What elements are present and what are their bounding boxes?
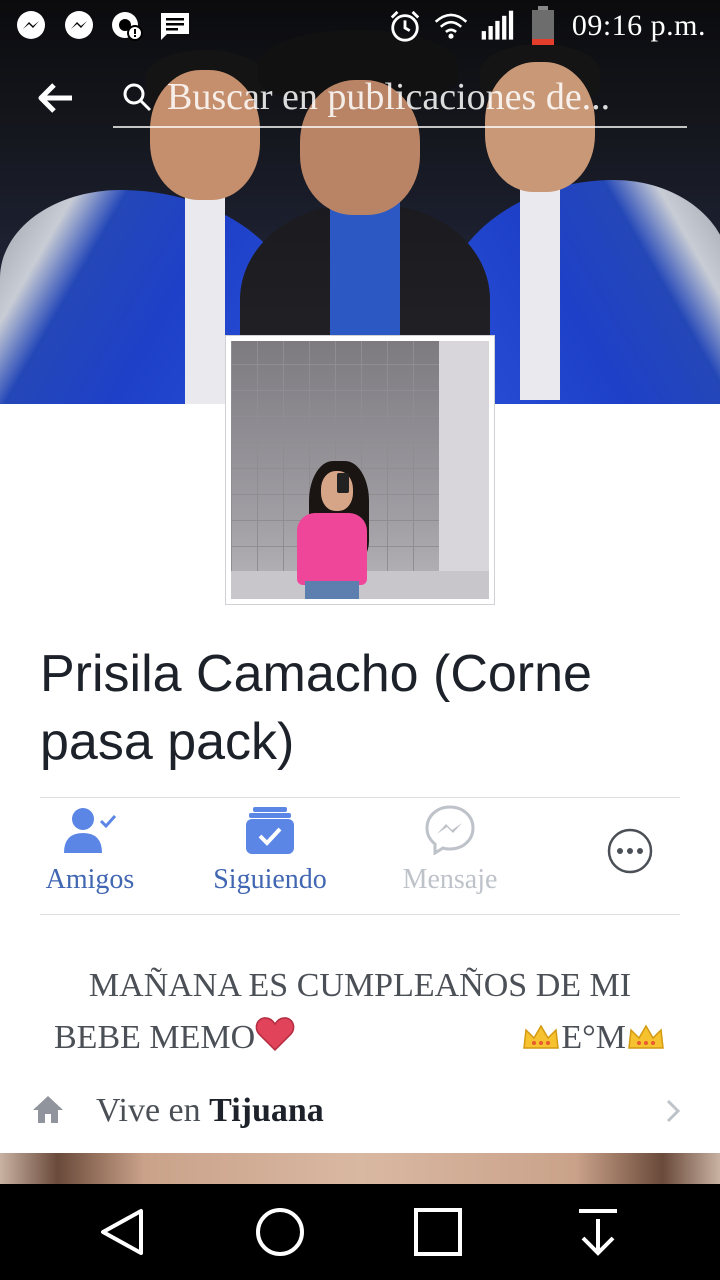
bio-signature-text: E°M <box>561 1019 626 1056</box>
following-check-icon <box>245 800 295 860</box>
nav-home-icon[interactable] <box>252 1204 308 1260</box>
bio-line: BEBE MEMO <box>54 1012 295 1068</box>
bio-line: MAÑANA ES CUMPLEAÑOS DE MI <box>88 967 632 1004</box>
crown-icon <box>626 1016 666 1068</box>
divider <box>40 914 680 915</box>
more-options-button[interactable] <box>600 828 660 879</box>
bio-signature: E°M <box>521 1012 666 1068</box>
search-icon <box>117 77 157 117</box>
alarm-icon <box>388 9 422 43</box>
messenger-icon <box>425 800 475 860</box>
lives-in-row[interactable]: Vive en Tijuana <box>0 1082 720 1148</box>
battery-icon <box>526 6 560 45</box>
navigation-bar <box>0 1184 720 1280</box>
nav-recents-icon[interactable] <box>410 1204 466 1260</box>
photo-person-legs <box>305 581 359 599</box>
divider <box>40 797 680 798</box>
profile-bio: MAÑANA ES CUMPLEAÑOS DE MI BEBE MEMO E°M <box>40 960 680 1068</box>
following-label: Siguiendo <box>213 864 327 895</box>
crown-icon <box>521 1016 561 1068</box>
friends-label: Amigos <box>45 864 135 895</box>
chevron-right-icon <box>666 1098 681 1129</box>
profile-picture[interactable] <box>225 335 495 605</box>
home-icon <box>32 1094 64 1129</box>
status-bar: 09:16 p.m. <box>0 0 720 52</box>
message-icon <box>158 9 192 43</box>
photo-person-top <box>297 513 367 585</box>
friends-button[interactable]: Amigos <box>40 800 140 896</box>
chat-heads-icon <box>110 9 144 43</box>
message-button[interactable]: Mensaje <box>395 800 505 896</box>
cover-figure-left-shirt <box>185 195 225 404</box>
messenger-icon <box>62 9 96 43</box>
nav-notifications-pull-icon[interactable] <box>570 1204 626 1260</box>
profile-photo-image <box>231 341 489 599</box>
lives-in-prefix: Vive en <box>96 1092 201 1129</box>
lives-in-city: Tijuana <box>209 1092 324 1129</box>
top-search-bar: Buscar en publicaciones de... <box>0 60 720 136</box>
bio-text: BEBE MEMO <box>54 1019 256 1056</box>
back-arrow-icon[interactable] <box>34 78 78 118</box>
more-icon <box>607 828 653 879</box>
photo-phone <box>337 473 349 493</box>
following-button[interactable]: Siguiendo <box>205 800 335 896</box>
nav-back-icon[interactable] <box>94 1204 150 1260</box>
search-placeholder: Buscar en publicaciones de... <box>167 76 611 118</box>
profile-actions: Amigos Siguiendo Mensaje <box>0 800 720 915</box>
cover-figure-right-shirt <box>520 180 560 400</box>
profile-name: Prisila Camacho (Corne pasa pack) <box>40 645 592 771</box>
lives-in-text: Vive en Tijuana <box>96 1092 324 1130</box>
clock: 09:16 p.m. <box>571 9 706 42</box>
friends-check-icon <box>63 800 117 860</box>
messenger-icon <box>14 9 48 43</box>
signal-icon <box>480 9 514 43</box>
wifi-icon <box>434 9 468 43</box>
photo-preview[interactable] <box>0 1153 720 1185</box>
heart-icon <box>255 1016 295 1068</box>
message-label: Mensaje <box>402 864 498 895</box>
search-input[interactable]: Buscar en publicaciones de... <box>113 68 687 128</box>
photo-stall <box>439 341 489 581</box>
